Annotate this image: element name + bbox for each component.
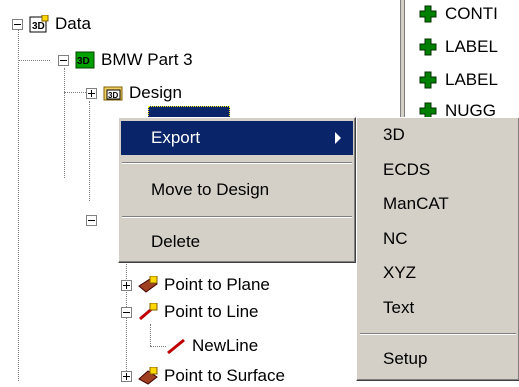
tree-node-label: Point to Plane <box>164 275 270 294</box>
submenu-arrow-icon <box>335 132 341 144</box>
list-item-label: CONTI <box>445 4 498 23</box>
submenu-item-nc[interactable]: NC <box>359 222 517 256</box>
list-item-label: LABEL <box>445 70 498 89</box>
tree-connector <box>89 101 90 201</box>
menu-item-label: XYZ <box>383 263 417 282</box>
tree-connector <box>64 92 86 93</box>
submenu-item-3d[interactable]: 3D <box>359 118 517 152</box>
point-plane-icon <box>138 276 158 293</box>
3d-data-icon: 3D <box>29 15 49 33</box>
submenu-item-mancat[interactable]: ManCAT <box>359 187 517 221</box>
tree-node-label: NewLine <box>192 336 259 355</box>
menu-separator <box>122 216 352 218</box>
menu-separator <box>360 333 516 335</box>
submenu-item-text[interactable]: Text <box>359 291 517 325</box>
expand-toggle[interactable] <box>86 87 97 99</box>
tree-node-data[interactable]: 3D Data <box>12 13 91 35</box>
green-plus-icon <box>419 71 437 89</box>
svg-text:3D: 3D <box>77 56 90 67</box>
tree-node-hidden[interactable] <box>86 209 103 231</box>
expand-toggle[interactable] <box>121 279 132 291</box>
context-menu[interactable]: Export Move to Design Delete <box>118 117 356 263</box>
expand-toggle[interactable] <box>121 370 132 382</box>
folder-3d-icon: 3D <box>103 86 123 101</box>
export-submenu[interactable]: 3D ECDS ManCAT NC XYZ Text Setup <box>356 117 519 381</box>
svg-text:3D: 3D <box>108 91 118 100</box>
menu-item-label: ECDS <box>383 160 431 179</box>
menu-item-label: 3D <box>383 125 405 144</box>
list-item[interactable]: LABEL <box>419 69 498 91</box>
menu-item-label: Move to Design <box>151 180 270 199</box>
point-surface-icon <box>138 367 158 385</box>
menu-item-label: Export <box>151 128 201 147</box>
tree-connector <box>18 30 19 381</box>
tree-connector <box>150 324 151 346</box>
tree-connector <box>18 60 50 61</box>
menu-item-label: ManCAT <box>383 194 449 213</box>
tree-node-label: Point to Surface <box>164 366 285 385</box>
tree-node-label: Design <box>129 83 182 102</box>
menu-item-label: Setup <box>383 349 428 368</box>
green-plus-icon <box>419 38 437 56</box>
menu-separator <box>122 162 352 164</box>
tree-node-point-to-plane[interactable]: Point to Plane <box>121 274 270 296</box>
svg-text:3D: 3D <box>32 21 45 32</box>
list-item[interactable]: LABEL <box>419 36 498 58</box>
line-icon <box>167 338 185 355</box>
tree-connector <box>64 68 65 178</box>
collapse-toggle[interactable] <box>12 18 23 30</box>
list-item[interactable]: CONTI <box>419 3 498 25</box>
menu-item-label: Text <box>383 298 415 317</box>
tree-node-label: Point to Line <box>164 302 259 321</box>
collapse-toggle[interactable] <box>86 214 97 226</box>
submenu-item-ecds[interactable]: ECDS <box>359 153 517 187</box>
tree-node-point-to-line[interactable]: Point to Line <box>121 301 259 323</box>
menu-item-move-to-design[interactable]: Move to Design <box>121 173 353 207</box>
tree-node-newline[interactable]: NewLine <box>166 335 258 357</box>
green-plus-icon <box>419 5 437 23</box>
tree-node-bmw-part[interactable]: 3D BMW Part 3 <box>58 49 193 71</box>
tree-node-point-to-surface[interactable]: Point to Surface <box>121 365 285 387</box>
menu-item-label: NC <box>383 229 408 248</box>
submenu-item-setup[interactable]: Setup <box>359 342 517 376</box>
tree-node-label: BMW Part 3 <box>101 50 193 69</box>
collapse-toggle[interactable] <box>58 54 69 66</box>
point-line-icon <box>139 303 158 321</box>
tree-connector <box>150 346 166 347</box>
collapse-toggle[interactable] <box>121 306 132 318</box>
tree-node-label: Data <box>55 14 91 33</box>
menu-item-export[interactable]: Export <box>121 121 353 155</box>
tree-node-design[interactable]: 3D Design <box>86 82 182 104</box>
submenu-item-xyz[interactable]: XYZ <box>359 256 517 290</box>
list-item-label: LABEL <box>445 37 498 56</box>
menu-item-delete[interactable]: Delete <box>121 225 353 259</box>
3d-part-icon: 3D <box>75 51 95 69</box>
menu-item-label: Delete <box>151 232 201 251</box>
